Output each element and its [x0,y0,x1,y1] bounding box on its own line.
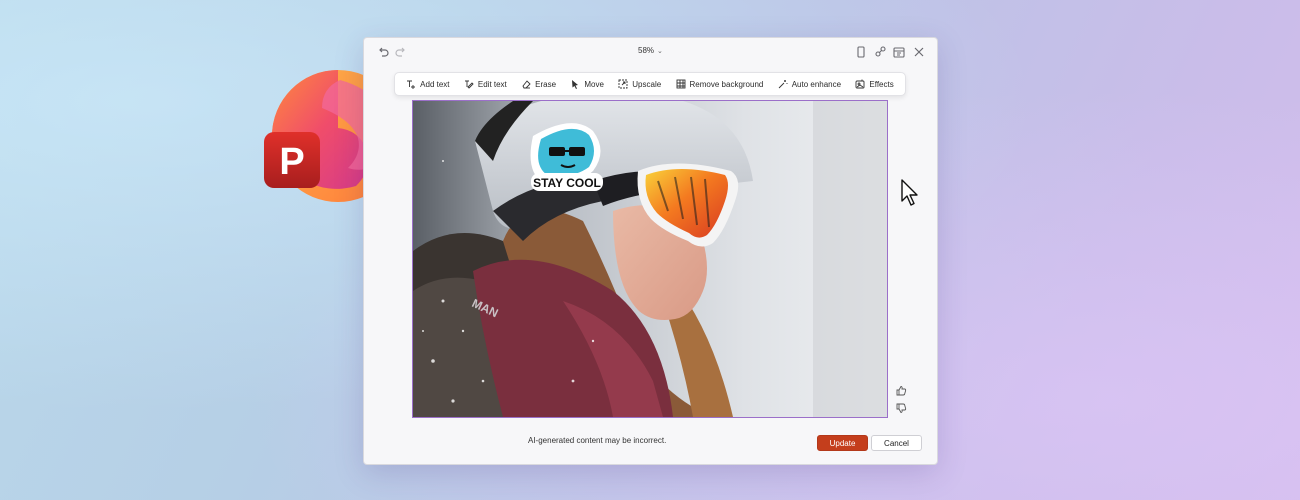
copy-icon[interactable] [854,45,868,59]
eraser-icon [522,80,531,89]
effects-icon [855,79,865,89]
magic-wand-icon [778,80,788,89]
move-button[interactable]: Move [570,79,604,89]
sticker-text: STAY COOL [533,176,601,190]
stay-cool-sticker: STAY COOL [530,123,603,191]
cursor-icon [901,179,918,206]
erase-button[interactable]: Erase [521,79,556,89]
zoom-control[interactable]: 58% ⌄ [638,46,663,55]
skier-photo: MAN STAY COOL [413,101,887,417]
upscale-button[interactable]: Upscale [618,79,661,89]
move-pointer-icon [572,80,579,89]
logo-letter: P [279,141,304,183]
edit-toolbar: Add text Edit text Erase Move Upscale Re… [394,72,906,96]
thumbs-up-icon[interactable] [895,385,907,397]
chevron-down-icon: ⌄ [657,47,663,55]
close-icon[interactable] [912,45,926,59]
ai-disclaimer: AI-generated content may be incorrect. [528,436,667,445]
image-editor-dialog: 58% ⌄ Add text Edit text Erase Move Upsc… [363,37,938,465]
upscale-icon [618,79,628,89]
dialog-titlebar: 58% ⌄ [364,38,937,66]
add-text-button[interactable]: Add text [406,79,450,89]
add-text-icon [407,80,416,89]
generated-image[interactable]: MAN STAY COOL [412,100,888,418]
calendar-icon[interactable] [892,45,906,59]
zoom-level: 58% [638,46,655,55]
cancel-button[interactable]: Cancel [871,435,922,451]
undo-icon[interactable] [376,45,390,59]
auto-enhance-button[interactable]: Auto enhance [778,79,841,89]
edit-text-button[interactable]: Edit text [464,79,507,89]
share-icon[interactable] [873,45,887,59]
effects-button[interactable]: Effects [855,79,894,89]
remove-background-icon [676,79,685,89]
remove-background-button[interactable]: Remove background [676,79,763,89]
update-button[interactable]: Update [817,435,868,451]
edit-text-icon [464,80,474,89]
redo-icon[interactable] [394,45,408,59]
thumbs-down-icon[interactable] [895,402,907,414]
